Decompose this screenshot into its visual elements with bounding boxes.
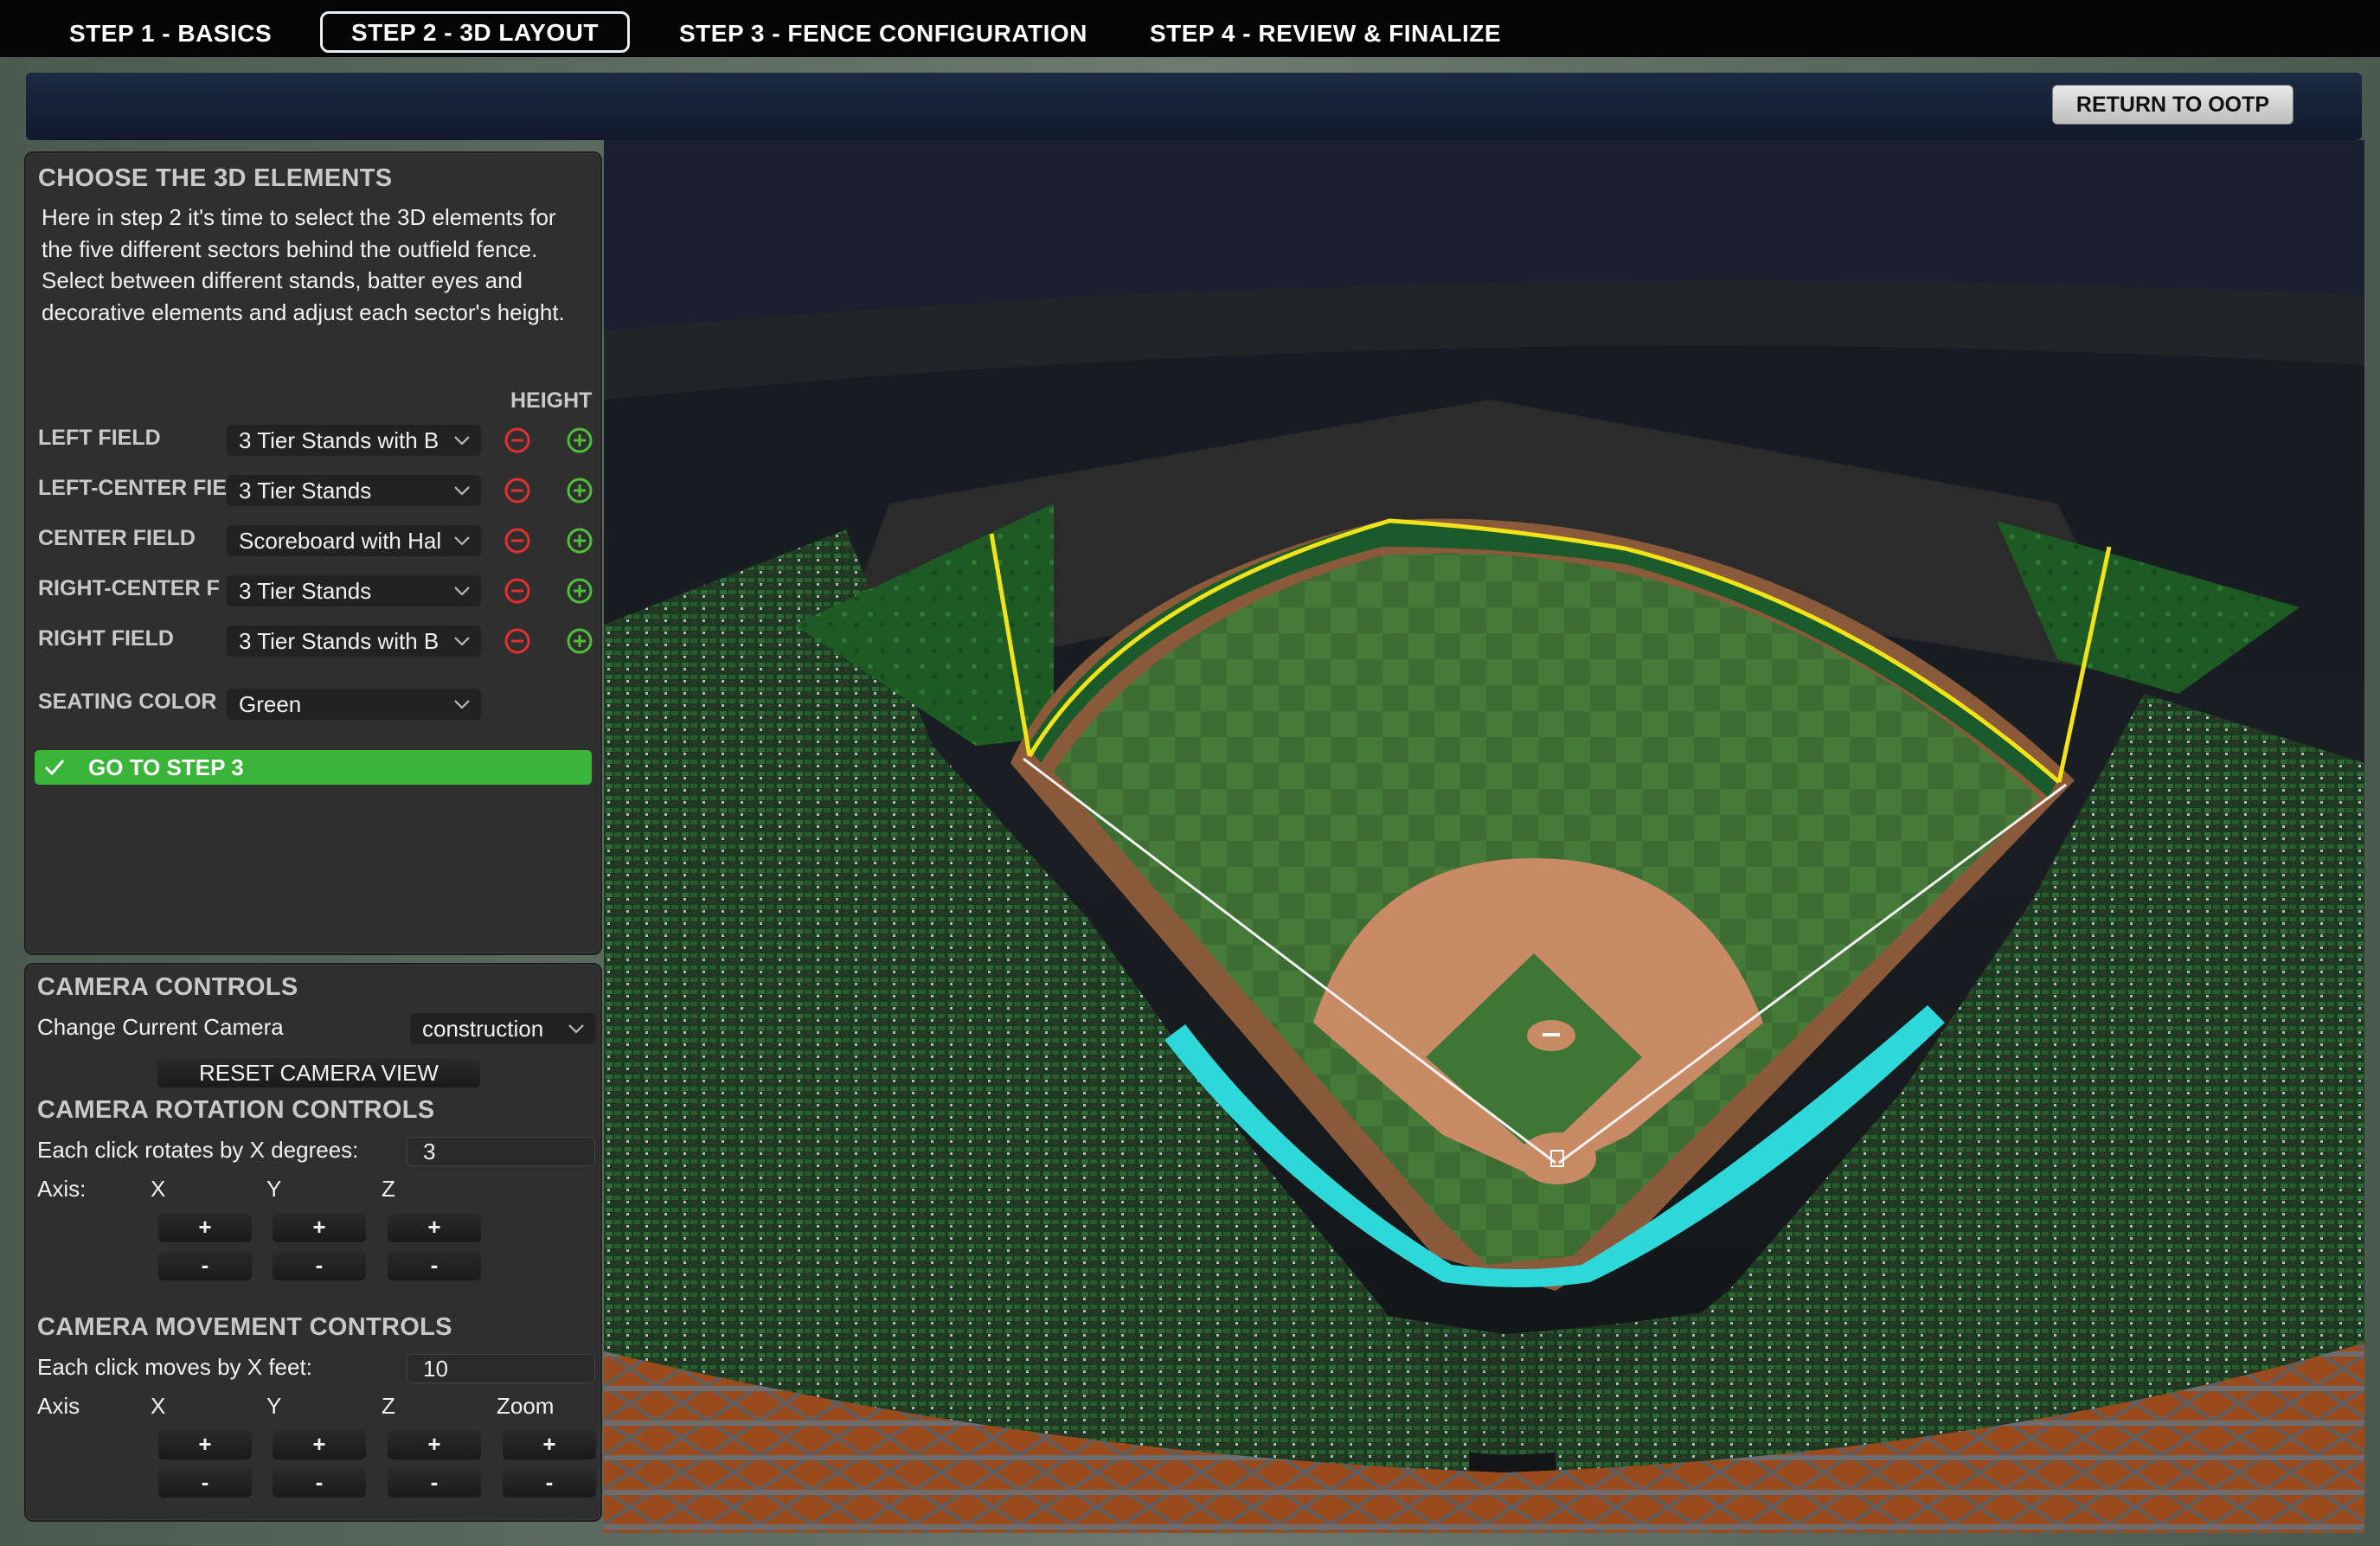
- move-y-minus-button[interactable]: -: [273, 1468, 366, 1498]
- move-y-plus-button[interactable]: +: [273, 1430, 366, 1459]
- choose-3d-elements-panel: CHOOSE THE 3D ELEMENTS Here in step 2 it…: [24, 151, 602, 955]
- chevron-down-icon: [454, 700, 470, 709]
- panel-title: CHOOSE THE 3D ELEMENTS: [38, 164, 393, 192]
- camera-rotation-title: CAMERA ROTATION CONTROLS: [37, 1096, 435, 1124]
- rotation-axis-x-label: X: [151, 1176, 166, 1202]
- sector-select-left-center-field[interactable]: 3 Tier Stands: [227, 475, 481, 506]
- rotate-y-plus-button[interactable]: +: [273, 1213, 366, 1242]
- rotate-x-minus-button[interactable]: -: [158, 1251, 252, 1280]
- sector-select-right-center-field[interactable]: 3 Tier Stands: [227, 575, 481, 606]
- rotate-z-plus-button[interactable]: +: [388, 1213, 481, 1242]
- sector-label-right-field: RIGHT FIELD: [38, 626, 174, 651]
- move-zoom-plus-button[interactable]: +: [503, 1430, 596, 1459]
- height-plus-right-center-field[interactable]: [565, 576, 594, 606]
- move-z-minus-button[interactable]: -: [388, 1468, 481, 1498]
- sector-label-center-field: CENTER FIELD: [38, 526, 196, 550]
- select-value: construction: [422, 1016, 544, 1042]
- select-value: 3 Tier Stands: [239, 478, 372, 504]
- camera-controls-title: CAMERA CONTROLS: [37, 973, 298, 1001]
- rotate-y-minus-button[interactable]: -: [273, 1251, 366, 1280]
- height-plus-left-field[interactable]: [565, 426, 594, 455]
- tab-step-2-3d-layout[interactable]: STEP 2 - 3D LAYOUT: [320, 11, 630, 53]
- height-header: HEIGHT: [510, 388, 593, 413]
- sector-label-left-center-field: LEFT-CENTER FIE: [38, 476, 228, 500]
- move-x-minus-button[interactable]: -: [158, 1468, 252, 1498]
- go-to-step-3-button[interactable]: GO TO STEP 3: [35, 750, 592, 785]
- rotation-axis-y-label: Y: [266, 1176, 282, 1202]
- sector-label-right-center-field: RIGHT-CENTER F: [38, 576, 220, 600]
- return-to-ootp-button[interactable]: RETURN TO OOTP: [2052, 85, 2293, 125]
- chevron-down-icon: [454, 637, 470, 646]
- seating-color-select[interactable]: Green: [227, 689, 481, 720]
- height-minus-right-center-field[interactable]: [503, 576, 532, 606]
- chevron-down-icon: [454, 436, 470, 446]
- movement-axis-zoom-label: Zoom: [497, 1393, 555, 1419]
- height-minus-left-field[interactable]: [503, 426, 532, 455]
- movement-axis-z-label: Z: [382, 1393, 395, 1419]
- sector-label-left-field: LEFT FIELD: [38, 426, 161, 450]
- height-minus-center-field[interactable]: [503, 526, 532, 555]
- movement-axis-x-label: X: [151, 1393, 166, 1419]
- tab-step-4-review-finalize[interactable]: STEP 4 - REVIEW & FINALIZE: [1150, 16, 1501, 52]
- select-value: Green: [239, 691, 302, 717]
- sector-select-center-field[interactable]: Scoreboard with Hal: [227, 525, 481, 556]
- reset-camera-view-button[interactable]: RESET CAMERA VIEW: [157, 1058, 480, 1087]
- camera-select[interactable]: construction: [410, 1013, 595, 1044]
- height-minus-left-center-field[interactable]: [503, 476, 532, 505]
- intro-text: Here in step 2 it's time to select the 3…: [42, 204, 565, 325]
- select-value: 3 Tier Stands with B: [239, 628, 439, 654]
- height-plus-right-field[interactable]: [565, 626, 594, 656]
- checkmark-icon: [44, 760, 65, 776]
- rotate-z-minus-button[interactable]: -: [388, 1251, 481, 1280]
- chevron-down-icon: [454, 536, 470, 546]
- rotation-step-label: Each click rotates by X degrees:: [37, 1137, 359, 1163]
- rotation-axis-label: Axis:: [37, 1176, 87, 1202]
- rotation-step-input[interactable]: [407, 1137, 595, 1166]
- move-z-plus-button[interactable]: +: [388, 1430, 481, 1459]
- movement-step-label: Each click moves by X feet:: [37, 1354, 312, 1380]
- rotation-axis-z-label: Z: [382, 1176, 395, 1202]
- stadium-3d-scene: [604, 140, 2364, 1533]
- stadium-3d-viewport[interactable]: [604, 140, 2364, 1533]
- sector-select-left-field[interactable]: 3 Tier Stands with B: [227, 425, 481, 456]
- height-plus-left-center-field[interactable]: [565, 476, 594, 505]
- select-value: 3 Tier Stands with B: [239, 427, 439, 453]
- sector-select-right-field[interactable]: 3 Tier Stands with B: [227, 625, 481, 657]
- seating-color-label: SEATING COLOR: [38, 690, 217, 714]
- movement-step-input[interactable]: [407, 1354, 595, 1383]
- move-zoom-minus-button[interactable]: -: [503, 1468, 596, 1498]
- chevron-down-icon: [454, 587, 470, 596]
- chevron-down-icon: [568, 1024, 584, 1034]
- select-value: 3 Tier Stands: [239, 578, 372, 604]
- step-navigation-bar: [26, 73, 2362, 140]
- go-button-label: GO TO STEP 3: [88, 754, 244, 780]
- rotate-x-plus-button[interactable]: +: [158, 1213, 252, 1242]
- move-x-plus-button[interactable]: +: [158, 1430, 252, 1459]
- change-camera-label: Change Current Camera: [37, 1014, 284, 1040]
- height-plus-center-field[interactable]: [565, 526, 594, 555]
- height-minus-right-field[interactable]: [503, 626, 532, 656]
- chevron-down-icon: [454, 486, 470, 496]
- select-value: Scoreboard with Hal: [239, 528, 442, 554]
- movement-axis-y-label: Y: [266, 1393, 282, 1419]
- camera-movement-title: CAMERA MOVEMENT CONTROLS: [37, 1313, 452, 1341]
- tab-step-3-fence-configuration[interactable]: STEP 3 - FENCE CONFIGURATION: [679, 16, 1087, 52]
- movement-axis-label: Axis: [37, 1393, 80, 1419]
- tab-step-1-basics[interactable]: STEP 1 - BASICS: [69, 16, 272, 52]
